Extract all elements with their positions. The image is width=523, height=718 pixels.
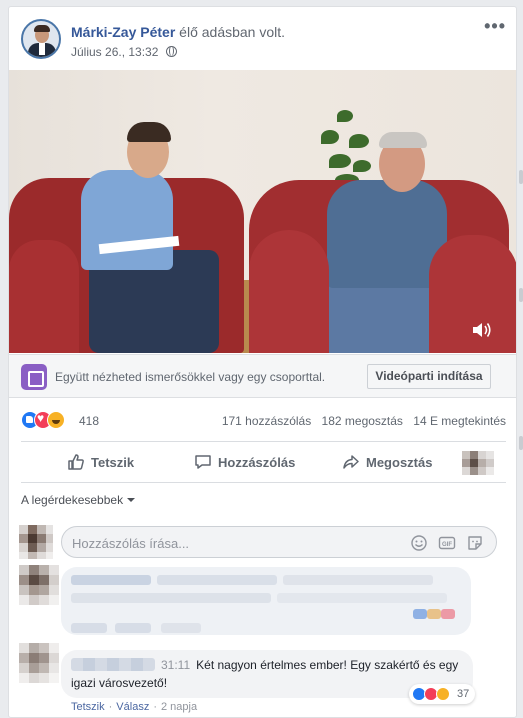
comment-sort-dropdown[interactable]: A legérdekesebbek (21, 493, 136, 507)
comment-sort-label: A legérdekesebbek (21, 493, 124, 507)
comment-actions: Tetszik · Válasz · 2 napja (71, 701, 198, 713)
current-user-avatar[interactable] (19, 525, 53, 559)
comment-video-timestamp[interactable]: 31:11 (161, 658, 190, 672)
post-timestamp[interactable]: Július 26., 13:32 (71, 45, 158, 59)
engagement-summary: 418 171 hozzászólás 182 megosztás 14 E m… (21, 410, 506, 432)
like-button[interactable]: Tetszik (67, 453, 134, 473)
author-line: Márki-Zay Péter élő adásban volt. (71, 24, 285, 40)
post-action-bar: Tetszik Hozzászólás Megosztás (21, 441, 506, 483)
watch-party-icon (21, 364, 47, 390)
comment-button[interactable]: Hozzászólás (194, 453, 295, 473)
post-header: Márki-Zay Péter élő adásban volt. Július… (21, 17, 506, 61)
watch-party-bar: Együtt nézheted ismerősökkel vagy egy cs… (9, 354, 516, 398)
haha-icon (436, 687, 450, 701)
watch-party-text: Együtt nézheted ismerősökkel vagy egy cs… (55, 370, 326, 384)
post-card: Márki-Zay Péter élő adásban volt. Július… (8, 6, 517, 718)
person-left (81, 170, 173, 270)
comment-button-label: Hozzászólás (218, 455, 296, 470)
post-stats: 171 hozzászólás 182 megosztás 14 E megte… (215, 414, 506, 428)
share-as-avatar[interactable] (462, 451, 502, 475)
comment-input-box: GIF (61, 526, 497, 558)
comment-text: Két nagyon értelmes ember! Egy szakértő … (71, 658, 459, 690)
author-name-link[interactable]: Márki-Zay Péter (71, 24, 175, 40)
share-arrow-icon (343, 455, 359, 469)
reaction-count[interactable]: 418 (79, 414, 99, 428)
emoji-icon[interactable] (410, 534, 428, 552)
haha-icon[interactable] (47, 411, 65, 429)
page-right-edge (517, 0, 523, 718)
more-options-button[interactable]: ••• (484, 17, 506, 35)
scroll-hint (519, 170, 523, 184)
caret-down-icon (127, 498, 136, 502)
globe-icon[interactable] (165, 46, 177, 57)
comment-input[interactable] (72, 533, 392, 553)
comment-reaction-count: 37 (457, 688, 470, 700)
comment-count-link[interactable]: 171 hozzászólás (222, 414, 311, 428)
comment-text-block: 31:11 Két nagyon értelmes ember! Egy szak… (71, 656, 461, 692)
share-button[interactable]: Megosztás (342, 453, 432, 473)
blurred-comment-bubble (61, 567, 471, 635)
comment-reply-link[interactable]: Válasz (116, 701, 149, 713)
volume-icon[interactable] (471, 320, 493, 340)
comment-age[interactable]: 2 napja (161, 701, 197, 713)
comment-reactions[interactable]: 37 (409, 684, 475, 704)
commenter-avatar[interactable] (19, 565, 59, 605)
view-count: 14 E megtekintés (413, 414, 506, 428)
post-action-text: élő adásban volt. (179, 24, 286, 40)
commenter-avatar[interactable] (19, 643, 59, 683)
share-button-label: Megosztás (366, 455, 433, 470)
svg-text:GIF: GIF (442, 542, 452, 548)
live-video-player[interactable] (9, 70, 516, 353)
scroll-hint (519, 436, 523, 450)
post-meta: Július 26., 13:32 (71, 45, 177, 59)
author-avatar[interactable] (21, 19, 61, 59)
comment-bubble-icon (195, 455, 211, 469)
share-count-link[interactable]: 182 megosztás (322, 414, 403, 428)
scroll-hint (519, 288, 523, 302)
thumbs-up-icon (68, 454, 84, 470)
like-button-label: Tetszik (91, 455, 135, 470)
gif-icon[interactable]: GIF (438, 534, 456, 552)
comment-like-link[interactable]: Tetszik (71, 701, 105, 713)
sticker-icon[interactable] (466, 534, 484, 552)
start-watch-party-button[interactable]: Videóparti indítása (367, 364, 491, 389)
